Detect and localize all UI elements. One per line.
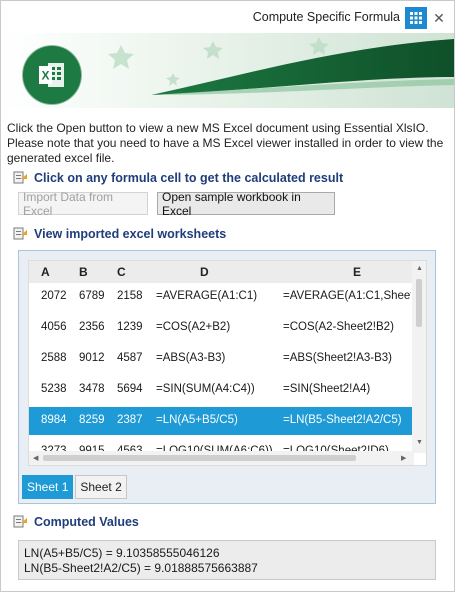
column-header-e[interactable]: E: [353, 265, 361, 279]
grid-cell[interactable]: 6789: [79, 290, 115, 302]
table-row[interactable]: 4056 2356 1239 =COS(A2+B2) =COS(A2-Sheet2!B2…: [29, 314, 414, 342]
sheet-tabs: Sheet 1 Sheet 2: [22, 475, 127, 501]
column-header-b[interactable]: B: [79, 265, 88, 279]
grid-cell[interactable]: 3478: [79, 383, 115, 395]
worksheet-icon: [13, 226, 28, 241]
grid-cell[interactable]: =ABS(A3-B3): [156, 352, 280, 364]
grid-cell[interactable]: 1239: [117, 321, 153, 333]
grid-cell[interactable]: 2158: [117, 290, 153, 302]
grid-cell[interactable]: =AVERAGE(A1:C1): [156, 290, 280, 302]
horizontal-scroll-thumb[interactable]: [43, 455, 356, 461]
tab-sheet-2[interactable]: Sheet 2: [75, 475, 127, 499]
grid-cell[interactable]: 2588: [41, 352, 77, 364]
result-line: LN(B5-Sheet2!A2/C5) = 9.01888575663887: [24, 561, 258, 575]
column-header-d[interactable]: D: [200, 265, 209, 279]
grid-cell[interactable]: 2387: [117, 414, 153, 426]
grid-cell[interactable]: =LN(A5+B5/C5): [156, 414, 280, 426]
excel-logo-icon: X: [39, 61, 65, 89]
worksheet-panel: A B C D E 2072 6789 2158 =AVERAGE(A1:C1) =AV…: [18, 250, 436, 504]
table-row[interactable]: 5238 3478 5694 =SIN(SUM(A4:C4)) =SIN(Sheet2!…: [29, 376, 414, 404]
spreadsheet-grid[interactable]: A B C D E 2072 6789 2158 =AVERAGE(A1:C1) =AV…: [28, 260, 427, 466]
grid-icon[interactable]: [405, 7, 427, 29]
section-heading-click-formula: Click on any formula cell to get the cal…: [34, 170, 344, 185]
svg-text:X: X: [41, 69, 49, 83]
table-row[interactable]: 2072 6789 2158 =AVERAGE(A1:C1) =AVERAGE(A1:C…: [29, 283, 414, 311]
import-data-button[interactable]: Import Data from Excel: [18, 190, 148, 218]
close-icon[interactable]: ✕: [428, 7, 450, 29]
vertical-scroll-thumb[interactable]: [416, 279, 422, 327]
grid-cell[interactable]: 8259: [79, 414, 115, 426]
vertical-scrollbar[interactable]: ▲ ▼: [412, 261, 426, 453]
section-view-worksheets: View imported excel worksheets: [13, 226, 226, 241]
tab-sheet-1[interactable]: Sheet 1: [22, 475, 74, 499]
grid-cell[interactable]: =LN(B5-Sheet2!A2/C5): [283, 414, 411, 426]
result-line: LN(A5+B5/C5) = 9.10358555046126: [24, 546, 220, 560]
table-row[interactable]: 8984 8259 2387 =LN(A5+B5/C5) =LN(B5-Sheet2!A…: [29, 407, 414, 435]
section-heading-computed-values: Computed Values: [34, 514, 139, 529]
scroll-down-icon[interactable]: ▼: [416, 439, 423, 446]
grid-cell[interactable]: =COS(A2+B2): [156, 321, 280, 333]
intro-text: Click the Open button to view a new MS E…: [7, 121, 444, 165]
grid-cell[interactable]: 8984: [41, 414, 77, 426]
grid-cell[interactable]: =AVERAGE(A1:C1,Sheet2: [283, 290, 411, 302]
section-computed-values: Computed Values: [13, 514, 139, 529]
app-window: Compute Specific Formula ✕ X Click the O…: [0, 0, 455, 592]
computed-values-icon: [13, 514, 28, 529]
grid-cell[interactable]: =COS(A2-Sheet2!B2): [283, 321, 411, 333]
column-header-a[interactable]: A: [41, 265, 50, 279]
grid-cell[interactable]: 2072: [41, 290, 77, 302]
grid-cell[interactable]: 4056: [41, 321, 77, 333]
section-heading-view-worksheets: View imported excel worksheets: [34, 226, 227, 241]
grid-cell[interactable]: 5238: [41, 383, 77, 395]
open-sample-workbook-button[interactable]: Open sample workbook in Excel: [157, 190, 335, 218]
grid-cell[interactable]: 9012: [79, 352, 115, 364]
column-header-c[interactable]: C: [117, 265, 126, 279]
grid-cell[interactable]: 4587: [117, 352, 153, 364]
title-bar: Compute Specific Formula ✕: [1, 1, 454, 33]
grid-cell[interactable]: 5694: [117, 383, 153, 395]
grid-cell[interactable]: =SIN(SUM(A4:C4)): [156, 383, 280, 395]
formula-icon: [13, 170, 28, 185]
scroll-right-icon[interactable]: ▶: [401, 454, 406, 462]
horizontal-scrollbar[interactable]: ◀ ▶: [29, 451, 414, 465]
grid-cell[interactable]: 2356: [79, 321, 115, 333]
scroll-up-icon[interactable]: ▲: [416, 265, 423, 272]
computed-values-box[interactable]: LN(A5+B5/C5) = 9.10358555046126 LN(B5-Sh…: [18, 540, 436, 580]
window-title: Compute Specific Formula: [252, 10, 400, 24]
header-banner: X: [1, 33, 454, 108]
section-click-formula: Click on any formula cell to get the cal…: [13, 170, 343, 185]
scroll-left-icon[interactable]: ◀: [33, 454, 38, 462]
grid-cell[interactable]: =ABS(Sheet2!A3-B3): [283, 352, 411, 364]
grid-header: A B C D E: [29, 261, 414, 283]
grid-cell[interactable]: =SIN(Sheet2!A4): [283, 383, 411, 395]
table-row[interactable]: 2588 9012 4587 =ABS(A3-B3) =ABS(Sheet2!A3-B3…: [29, 345, 414, 373]
